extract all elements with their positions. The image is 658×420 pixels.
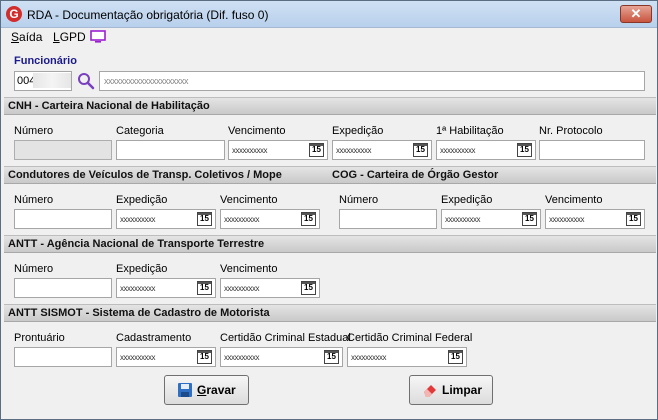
- antt-expedicao-label: Expedição: [116, 263, 168, 275]
- date-value: xxxxxxxxxx: [440, 146, 476, 155]
- sismot-certidao-estadual-date[interactable]: xxxxxxxxxx 15: [220, 347, 343, 367]
- title-bar[interactable]: G RDA - Documentação obrigatória (Dif. f…: [1, 1, 657, 28]
- date-value: xxxxxxxxxx: [120, 215, 156, 224]
- cnh-numero-label: Número: [14, 125, 54, 137]
- calendar-icon[interactable]: 15: [197, 281, 212, 295]
- gravar-label: Gravar: [197, 383, 236, 397]
- sismot-certidao-federal-label: Certidão Criminal Federal: [347, 332, 473, 344]
- sismot-cadastramento-label: Cadastramento: [116, 332, 192, 344]
- condutores-section-title: Condutores de Veículos de Transp. Coleti…: [8, 169, 282, 181]
- app-logo-icon: G: [6, 6, 22, 22]
- cnh-section-title: CNH - Carteira Nacional de Habilitação: [8, 100, 210, 112]
- date-value: xxxxxxxxxx: [232, 146, 268, 155]
- window-title: RDA - Documentação obrigatória (Dif. fus…: [27, 8, 269, 22]
- calendar-icon[interactable]: 15: [324, 350, 339, 364]
- date-value: xxxxxxxxxx: [549, 215, 585, 224]
- antt-section-title: ANTT - Agência Nacional de Transporte Te…: [8, 238, 265, 250]
- sismot-prontuario-label: Prontuário: [14, 332, 65, 344]
- cog-vencimento-date[interactable]: xxxxxxxxxx 15: [545, 209, 645, 229]
- cog-vencimento-label: Vencimento: [545, 194, 603, 206]
- date-value: xxxxxxxxxx: [224, 215, 260, 224]
- limpar-button[interactable]: Limpar: [409, 375, 493, 405]
- cnh-nr-protocolo-label: Nr. Protocolo: [539, 125, 603, 137]
- cnh-vencimento-label: Vencimento: [228, 125, 286, 137]
- limpar-label: Limpar: [442, 383, 483, 397]
- gravar-label-rest: ravar: [206, 383, 236, 397]
- condutores-numero-label: Número: [14, 194, 54, 206]
- cnh-primeira-habilitacao-label: 1ª Habilitação: [436, 125, 504, 137]
- date-value: xxxxxxxxxx: [445, 215, 481, 224]
- antt-numero-label: Número: [14, 263, 54, 275]
- cnh-vencimento-date[interactable]: xxxxxxxxxx 15: [228, 140, 328, 160]
- condutores-vencimento-date[interactable]: xxxxxxxxxx 15: [220, 209, 320, 229]
- cnh-primeira-habilitacao-date[interactable]: xxxxxxxxxx 15: [436, 140, 536, 160]
- calendar-icon[interactable]: 15: [517, 143, 532, 157]
- condutores-numero-input[interactable]: [14, 209, 112, 229]
- funcionario-label: Funcionário: [14, 55, 77, 67]
- close-button[interactable]: ✕: [620, 5, 652, 23]
- calendar-icon[interactable]: 15: [197, 212, 212, 226]
- calendar-icon[interactable]: 15: [448, 350, 463, 364]
- eraser-icon: [424, 385, 436, 397]
- menu-lgpd[interactable]: LGPD: [53, 30, 86, 44]
- calendar-icon[interactable]: 15: [301, 281, 316, 295]
- cog-section-title: COG - Carteira de Órgão Gestor: [332, 169, 499, 181]
- search-icon[interactable]: [77, 72, 95, 90]
- cnh-categoria-label: Categoria: [116, 125, 164, 137]
- sismot-certidao-estadual-label: Certidão Criminal Estadual: [220, 332, 351, 344]
- gravar-mnemonic: G: [197, 383, 207, 397]
- cog-numero-label: Número: [339, 194, 379, 206]
- sismot-certidao-federal-date[interactable]: xxxxxxxxxx 15: [347, 347, 467, 367]
- cnh-expedicao-label: Expedição: [332, 125, 384, 137]
- antt-numero-input[interactable]: [14, 278, 112, 298]
- menu-lgpd-label: GPD: [59, 30, 86, 44]
- cnh-nr-protocolo-input[interactable]: [539, 140, 645, 160]
- antt-vencimento-label: Vencimento: [220, 263, 278, 275]
- menu-saida-label: aída: [19, 30, 43, 44]
- cog-expedicao-label: Expedição: [441, 194, 493, 206]
- funcionario-name-field[interactable]: xxxxxxxxxxxxxxxxxxxxx: [99, 71, 645, 91]
- cog-numero-input[interactable]: [339, 209, 437, 229]
- save-icon: [178, 383, 192, 397]
- antt-expedicao-date[interactable]: xxxxxxxxxx 15: [116, 278, 216, 298]
- condutores-expedicao-date[interactable]: xxxxxxxxxx 15: [116, 209, 216, 229]
- calendar-icon[interactable]: 15: [522, 212, 537, 226]
- condutores-expedicao-label: Expedição: [116, 194, 168, 206]
- sismot-prontuario-input[interactable]: [14, 347, 112, 367]
- cnh-numero-input: [14, 140, 112, 160]
- monitor-icon[interactable]: [90, 30, 106, 43]
- cog-expedicao-date[interactable]: xxxxxxxxxx 15: [441, 209, 541, 229]
- menu-bar: Saída LGPD: [2, 28, 657, 47]
- menu-saida[interactable]: Saída: [11, 30, 42, 44]
- menu-saida-mnemonic: S: [11, 30, 20, 44]
- menu-lgpd-mnemonic: L: [53, 30, 60, 44]
- calendar-icon[interactable]: 15: [197, 350, 212, 364]
- calendar-icon[interactable]: 15: [626, 212, 641, 226]
- calendar-icon[interactable]: 15: [413, 143, 428, 157]
- sismot-section-title: ANTT SISMOT - Sistema de Cadastro de Mot…: [8, 307, 270, 319]
- cnh-categoria-input[interactable]: [116, 140, 225, 160]
- funcionario-code-redaction: [33, 73, 71, 88]
- calendar-icon[interactable]: 15: [309, 143, 324, 157]
- date-value: xxxxxxxxxx: [336, 146, 372, 155]
- cnh-expedicao-date[interactable]: xxxxxxxxxx 15: [332, 140, 432, 160]
- condutores-vencimento-label: Vencimento: [220, 194, 278, 206]
- date-value: xxxxxxxxxx: [120, 284, 156, 293]
- gravar-button[interactable]: Gravar: [164, 375, 249, 405]
- date-value: xxxxxxxxxx: [224, 284, 260, 293]
- antt-vencimento-date[interactable]: xxxxxxxxxx 15: [220, 278, 320, 298]
- calendar-icon[interactable]: 15: [301, 212, 316, 226]
- main-window: G RDA - Documentação obrigatória (Dif. f…: [0, 0, 658, 420]
- date-value: xxxxxxxxxx: [224, 353, 260, 362]
- sismot-cadastramento-date[interactable]: xxxxxxxxxx 15: [116, 347, 216, 367]
- date-value: xxxxxxxxxx: [351, 353, 387, 362]
- date-value: xxxxxxxxxx: [120, 353, 156, 362]
